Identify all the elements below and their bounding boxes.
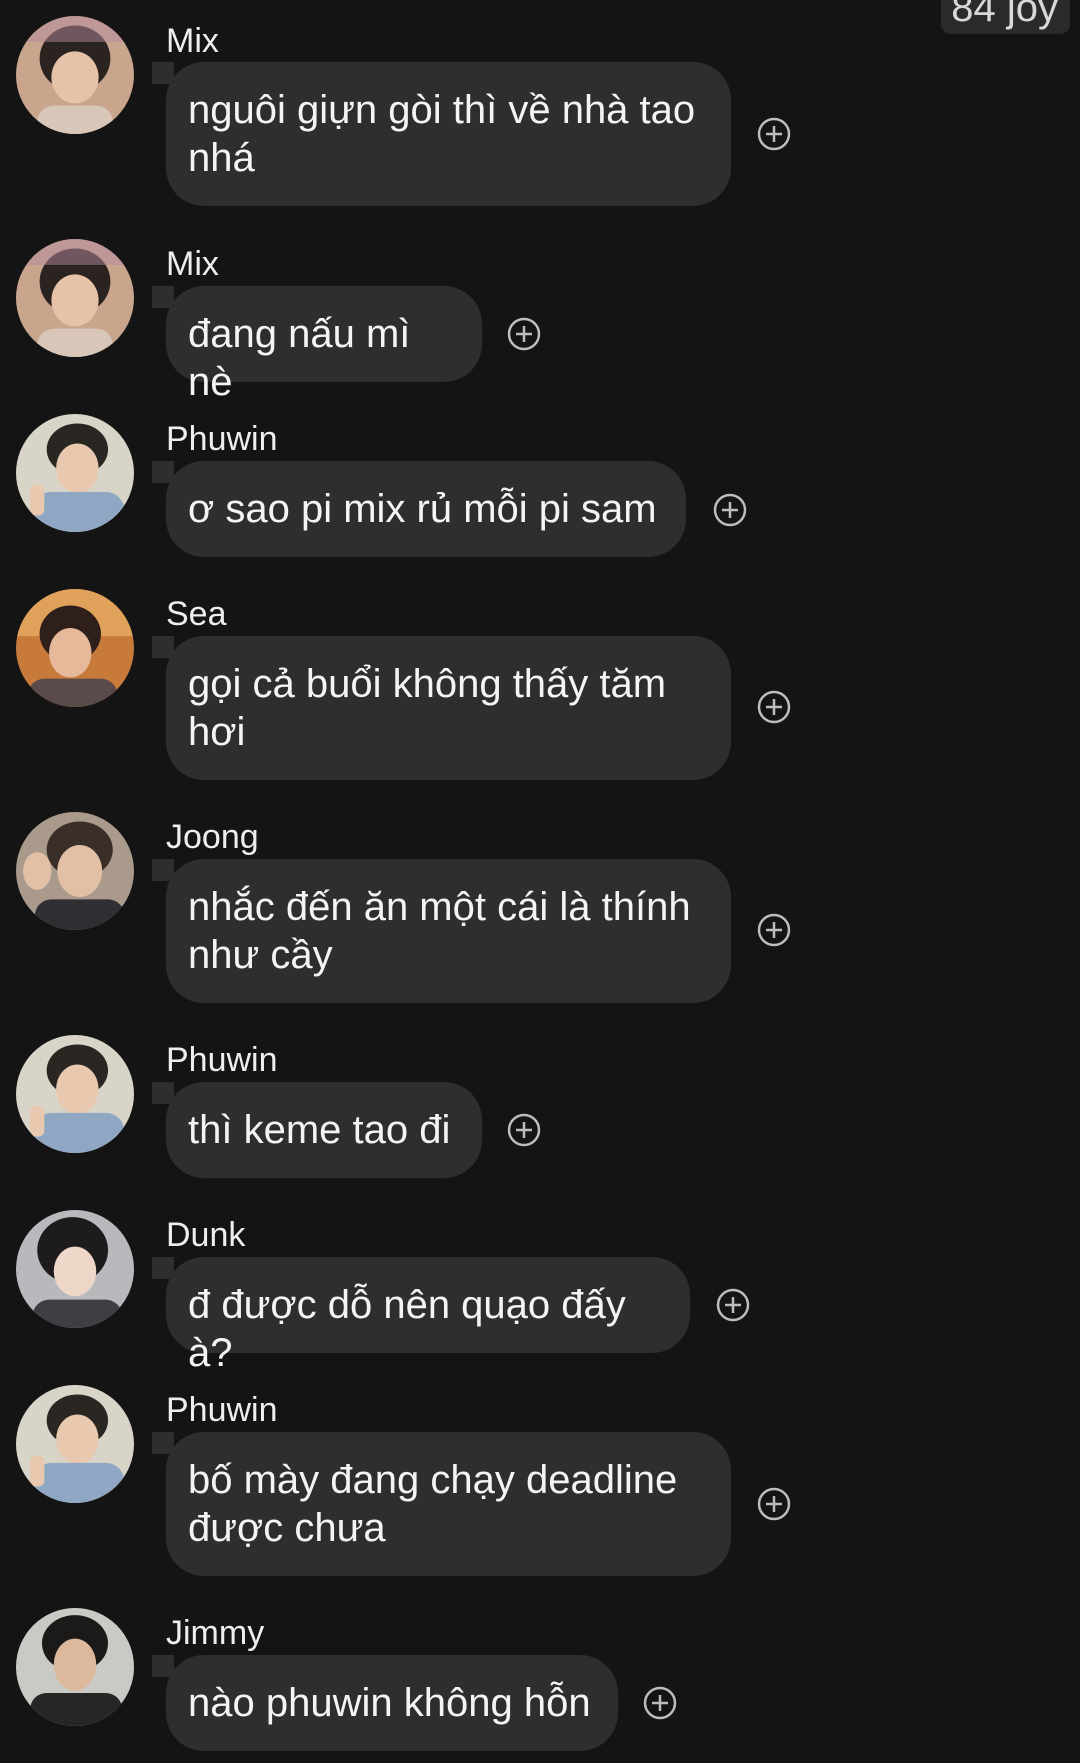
add-reaction-icon[interactable]: [713, 493, 747, 527]
top-badge: 84 joy: [941, 0, 1070, 34]
message-bubble[interactable]: đ được dỗ nên quạo đấy à?: [166, 1257, 690, 1375]
sender-name: Mix: [166, 22, 219, 60]
mix-avatar[interactable]: [16, 239, 134, 357]
jimmy-avatar[interactable]: [16, 1608, 134, 1726]
sender-name: Jimmy: [166, 1614, 265, 1652]
sender-name: Phuwin: [166, 1391, 278, 1429]
sea-avatar[interactable]: [16, 589, 134, 707]
message-bubble[interactable]: nhắc đến ăn một cái là thính như cầy: [166, 859, 731, 1003]
phuwin-avatar[interactable]: [16, 1385, 134, 1503]
sender-name: Dunk: [166, 1216, 246, 1254]
add-reaction-icon[interactable]: [757, 117, 791, 151]
add-reaction-icon[interactable]: [507, 1113, 541, 1147]
add-reaction-icon[interactable]: [716, 1288, 750, 1322]
message-bubble[interactable]: gọi cả buổi không thấy tăm hơi: [166, 636, 731, 780]
sender-name: Joong: [166, 818, 259, 856]
phuwin-avatar[interactable]: [16, 414, 134, 532]
add-reaction-icon[interactable]: [507, 317, 541, 351]
message-bubble[interactable]: đang nấu mì nè: [166, 286, 482, 404]
add-reaction-icon[interactable]: [643, 1686, 677, 1720]
sender-name: Sea: [166, 595, 227, 633]
dunk-avatar[interactable]: [16, 1210, 134, 1328]
sender-name: Phuwin: [166, 420, 278, 458]
message-bubble[interactable]: ơ sao pi mix rủ mỗi pi sam: [166, 461, 686, 557]
add-reaction-icon[interactable]: [757, 913, 791, 947]
message-bubble[interactable]: nguôi giựn gòi thì về nhà tao nhá: [166, 62, 731, 206]
sender-name: Mix: [166, 245, 219, 283]
sender-name: Phuwin: [166, 1041, 278, 1079]
add-reaction-icon[interactable]: [757, 690, 791, 724]
joong-avatar[interactable]: [16, 812, 134, 930]
message-bubble[interactable]: thì keme tao đi: [166, 1082, 482, 1178]
message-bubble[interactable]: bố mày đang chạy deadline được chưa: [166, 1432, 731, 1576]
phuwin-avatar[interactable]: [16, 1035, 134, 1153]
add-reaction-icon[interactable]: [757, 1487, 791, 1521]
message-bubble[interactable]: nào phuwin không hỗn: [166, 1655, 618, 1751]
mix-avatar[interactable]: [16, 16, 134, 134]
